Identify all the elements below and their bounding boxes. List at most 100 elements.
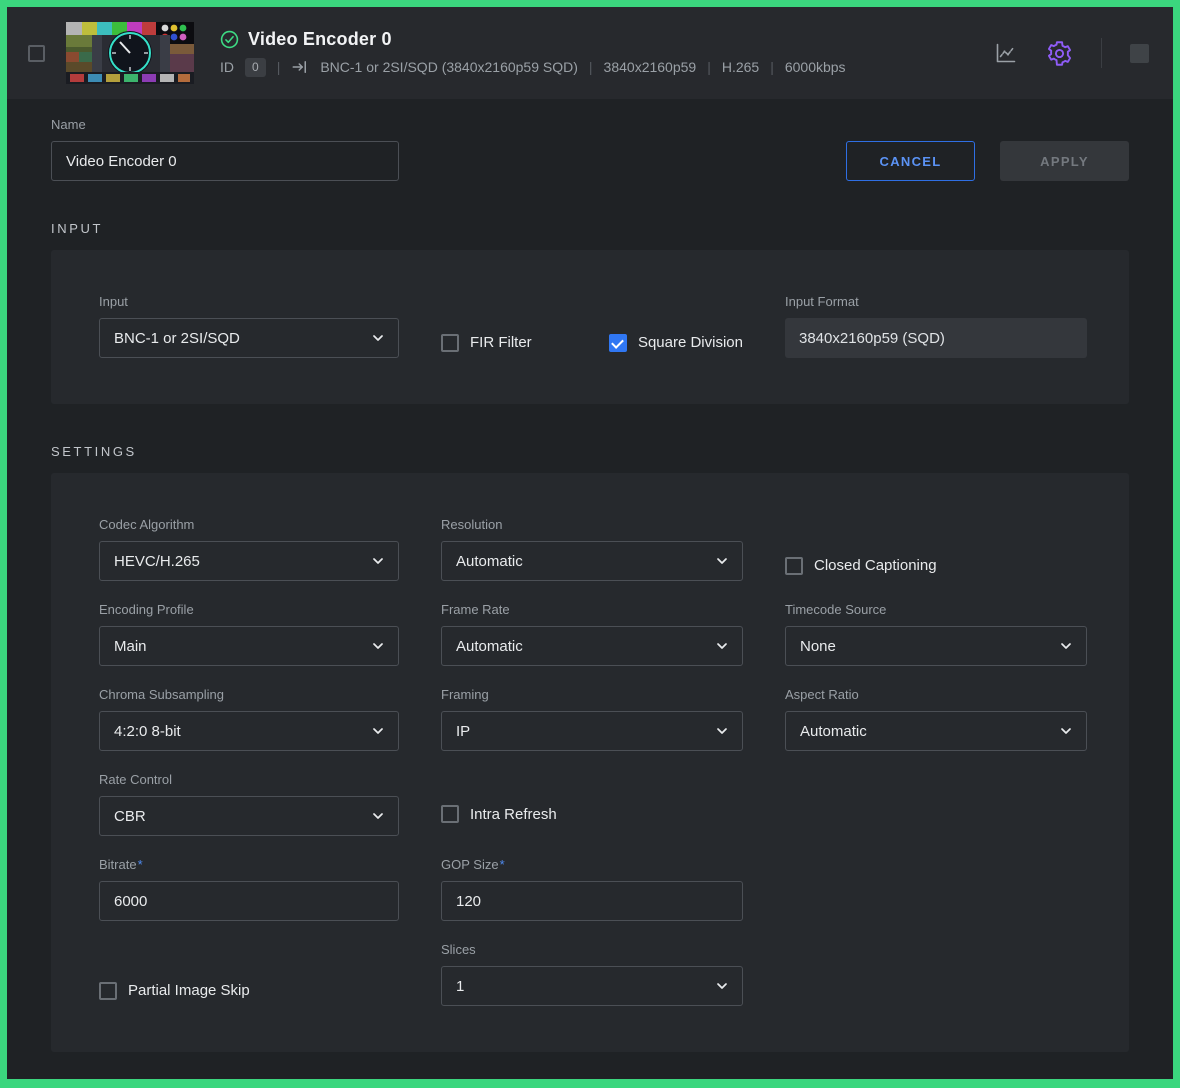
input-select-value: BNC-1 or 2SI/SQD: [114, 330, 240, 347]
resolution-value: Automatic: [456, 553, 523, 570]
settings-section-title: SETTINGS: [51, 444, 1129, 459]
chevron-down-icon: [714, 553, 730, 569]
timecode-source-value: None: [800, 638, 836, 655]
fir-filter-label: FIR Filter: [470, 334, 532, 351]
framing-select[interactable]: IP: [441, 711, 743, 751]
input-section: Input BNC-1 or 2SI/SQD FIR Filter Square…: [51, 250, 1129, 404]
input-section-title: INPUT: [51, 221, 1129, 236]
partial-image-skip-checkbox-box[interactable]: [99, 982, 117, 1000]
square-division-checkbox[interactable]: Square Division: [609, 334, 743, 352]
chevron-down-icon: [370, 638, 386, 654]
name-input[interactable]: [51, 141, 399, 181]
resolution-label: Resolution: [441, 517, 743, 532]
stats-button[interactable]: [994, 41, 1018, 65]
header-divider: [1101, 38, 1102, 68]
partial-image-skip-checkbox[interactable]: Partial Image Skip: [99, 975, 399, 1006]
id-label: ID: [220, 59, 234, 75]
format-summary: 3840x2160p59: [604, 59, 697, 75]
required-mark: *: [138, 857, 143, 872]
chevron-down-icon: [1058, 723, 1074, 739]
video-preview-thumbnail: [66, 22, 194, 84]
bitrate-label: Bitrate*: [99, 857, 399, 872]
slices-value: 1: [456, 978, 464, 995]
rate-control-label: Rate Control: [99, 772, 399, 787]
name-row: Name CANCEL APPLY: [51, 117, 1129, 181]
form-actions: CANCEL APPLY: [846, 141, 1129, 181]
meta-separator: |: [277, 59, 281, 75]
gop-size-input[interactable]: [441, 881, 743, 921]
meta-separator: |: [707, 59, 711, 75]
chevron-down-icon: [1058, 638, 1074, 654]
settings-button[interactable]: [1046, 40, 1073, 67]
timecode-source-select[interactable]: None: [785, 626, 1087, 666]
meta-separator: |: [589, 59, 593, 75]
square-division-checkbox-box[interactable]: [609, 334, 627, 352]
chevron-down-icon: [370, 808, 386, 824]
partial-image-skip-label: Partial Image Skip: [128, 982, 250, 999]
timecode-source-label: Timecode Source: [785, 602, 1087, 617]
page-title: Video Encoder 0: [248, 29, 392, 50]
header-actions: [994, 38, 1149, 68]
name-field-group: Name: [51, 117, 399, 181]
bitrate-field-group: Bitrate*: [99, 857, 399, 921]
rate-control-value: CBR: [114, 808, 146, 825]
codec-algorithm-field-group: Codec Algorithm HEVC/H.265: [99, 517, 399, 581]
chevron-down-icon: [370, 723, 386, 739]
input-select[interactable]: BNC-1 or 2SI/SQD: [99, 318, 399, 358]
codec-algorithm-select[interactable]: HEVC/H.265: [99, 541, 399, 581]
framing-field-group: Framing IP: [441, 687, 743, 751]
gear-icon: [1046, 40, 1073, 67]
timecode-source-field-group: Timecode Source None: [785, 602, 1087, 666]
encoder-meta-row: ID 0 | BNC-1 or 2SI/SQD (3840x2160p59 SQ…: [220, 58, 846, 76]
chevron-down-icon: [714, 978, 730, 994]
chroma-subsampling-field-group: Chroma Subsampling 4:2:0 8-bit: [99, 687, 399, 751]
select-encoder-checkbox[interactable]: [28, 45, 45, 62]
slices-label: Slices: [441, 942, 743, 957]
framing-value: IP: [456, 723, 470, 740]
header-bar: Video Encoder 0 ID 0 | BNC-1 or 2SI/SQD …: [7, 7, 1173, 99]
chevron-down-icon: [370, 553, 386, 569]
aspect-ratio-field-group: Aspect Ratio Automatic: [785, 687, 1087, 751]
line-chart-icon: [994, 41, 1018, 65]
encoder-panel: Video Encoder 0 ID 0 | BNC-1 or 2SI/SQD …: [7, 7, 1173, 1079]
aspect-ratio-value: Automatic: [800, 723, 867, 740]
fir-filter-checkbox-box[interactable]: [441, 334, 459, 352]
input-format-field-group: Input Format 3840x2160p59 (SQD): [785, 294, 1087, 358]
aspect-ratio-select[interactable]: Automatic: [785, 711, 1087, 751]
encoding-profile-field-group: Encoding Profile Main: [99, 602, 399, 666]
closed-captioning-label: Closed Captioning: [814, 557, 937, 574]
closed-captioning-checkbox-box[interactable]: [785, 557, 803, 575]
framing-label: Framing: [441, 687, 743, 702]
status-ok-icon: [220, 30, 239, 49]
input-format-value: 3840x2160p59 (SQD): [785, 318, 1087, 358]
chroma-subsampling-label: Chroma Subsampling: [99, 687, 399, 702]
closed-captioning-checkbox[interactable]: Closed Captioning: [785, 550, 1087, 581]
chroma-subsampling-value: 4:2:0 8-bit: [114, 723, 181, 740]
input-checkboxes: FIR Filter Square Division: [441, 327, 743, 358]
gop-size-field-group: GOP Size*: [441, 857, 743, 921]
slices-field-group: Slices 1: [441, 942, 743, 1006]
source-summary: BNC-1 or 2SI/SQD (3840x2160p59 SQD): [320, 59, 578, 75]
slices-select[interactable]: 1: [441, 966, 743, 1006]
intra-refresh-label: Intra Refresh: [470, 806, 557, 823]
rate-control-field-group: Rate Control CBR: [99, 772, 399, 836]
fir-filter-checkbox[interactable]: FIR Filter: [441, 334, 532, 352]
rate-control-select[interactable]: CBR: [99, 796, 399, 836]
chevron-down-icon: [714, 638, 730, 654]
intra-refresh-checkbox[interactable]: Intra Refresh: [441, 805, 743, 823]
encoding-profile-select[interactable]: Main: [99, 626, 399, 666]
cancel-button[interactable]: CANCEL: [846, 141, 975, 181]
bitrate-summary: 6000kbps: [785, 59, 846, 75]
bitrate-input[interactable]: [99, 881, 399, 921]
apply-button[interactable]: APPLY: [1000, 141, 1129, 181]
panel-toggle-button[interactable]: [1130, 44, 1149, 63]
input-label: Input: [99, 294, 399, 309]
gop-size-label: GOP Size*: [441, 857, 743, 872]
name-label: Name: [51, 117, 399, 132]
chroma-subsampling-select[interactable]: 4:2:0 8-bit: [99, 711, 399, 751]
resolution-select[interactable]: Automatic: [441, 541, 743, 581]
intra-refresh-checkbox-box[interactable]: [441, 805, 459, 823]
frame-rate-select[interactable]: Automatic: [441, 626, 743, 666]
square-division-label: Square Division: [638, 334, 743, 351]
encoder-form: Name CANCEL APPLY INPUT Input BNC-1 or 2…: [7, 99, 1173, 1079]
